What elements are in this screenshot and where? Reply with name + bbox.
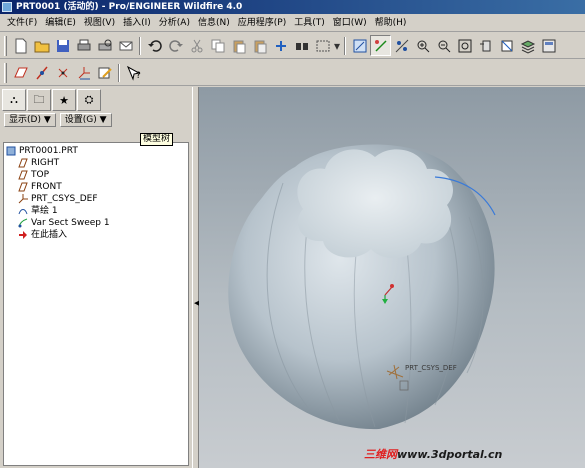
window-title: PRT0001 (活动的) - Pro/ENGINEER Wildfire 4.… [16, 2, 243, 12]
sketch-icon [18, 206, 28, 216]
navigator-panel: ⛬ 🗀 ★ ⛭ 显示(D) ▼ 设置(G) ▼ PRT0001.PRT RIGH… [0, 87, 192, 468]
favorites-tab-icon[interactable]: ★ [52, 89, 76, 111]
graphics-window[interactable]: PRT_CSYS_DEF 三维网www.3dportal.cn [199, 87, 585, 468]
toolbar-separator [118, 63, 120, 82]
datum-csys-tool-icon[interactable] [73, 62, 94, 83]
tree-item-insert-here[interactable]: 在此插入 [18, 229, 67, 241]
menu-window[interactable]: 窗口(W) [329, 15, 371, 31]
tree-item-csys[interactable]: PRT_CSYS_DEF [18, 193, 98, 205]
tree-item-label: TOP [31, 170, 50, 180]
menu-tools[interactable]: 工具(T) [290, 15, 329, 31]
proe-app-icon [2, 2, 12, 12]
view-manager-icon[interactable] [538, 35, 559, 56]
send-mail-icon[interactable] [115, 35, 136, 56]
part-icon [6, 146, 16, 156]
insert-arrow-icon [18, 230, 28, 240]
print-preview-icon[interactable] [94, 35, 115, 56]
save-icon[interactable] [52, 35, 73, 56]
tree-item-sketch[interactable]: 草绘 1 [18, 205, 58, 217]
zoom-out-icon[interactable] [433, 35, 454, 56]
toolbar-grip[interactable] [4, 35, 7, 56]
watermark-brand: 三维网 [364, 448, 397, 461]
datum-point-display-icon[interactable] [391, 35, 412, 56]
datum-plane-tool-icon[interactable] [10, 62, 31, 83]
datum-axis-display-icon[interactable] [370, 35, 391, 56]
csys-tag-label: PRT_CSYS_DEF [405, 364, 457, 372]
tree-item-label: Var Sect Sweep 1 [31, 218, 110, 228]
menu-insert[interactable]: 插入(I) [119, 15, 155, 31]
toolbar-grip[interactable] [4, 62, 7, 83]
settings-dropdown[interactable]: 设置(G) ▼ [59, 113, 112, 127]
connections-tab-icon[interactable]: ⛭ [77, 89, 101, 111]
svg-text:?: ? [136, 71, 141, 81]
tree-item-front[interactable]: FRONT [18, 181, 62, 193]
watermark: 三维网www.3dportal.cn [364, 446, 502, 462]
tree-item-sweep[interactable]: Var Sect Sweep 1 [18, 217, 110, 229]
refit-icon[interactable] [454, 35, 475, 56]
sweep-icon [18, 218, 28, 228]
menu-analysis[interactable]: 分析(A) [155, 15, 194, 31]
sketch-tool-icon[interactable] [94, 62, 115, 83]
redo-icon[interactable] [165, 35, 186, 56]
model-tree-tooltip: 模型树 [140, 133, 174, 146]
tree-item-label: RIGHT [31, 158, 60, 168]
tree-item-label: 在此插入 [31, 230, 68, 240]
toolbar-separator [139, 36, 141, 55]
menu-info[interactable]: 信息(N) [194, 15, 234, 31]
title-bar: PRT0001 (活动的) - Pro/ENGINEER Wildfire 4.… [0, 0, 585, 14]
open-folder-icon[interactable] [31, 35, 52, 56]
selection-dropdown-icon[interactable]: ▾ [333, 35, 341, 56]
datum-point-tool-icon[interactable] [52, 62, 73, 83]
model-tree-tab-icon[interactable]: ⛬ [2, 89, 26, 111]
zoom-in-icon[interactable] [412, 35, 433, 56]
watermark-url: www.3dportal.cn [397, 448, 503, 461]
datum-plane-icon [18, 170, 28, 180]
regenerate-icon[interactable] [270, 35, 291, 56]
selection-box-icon[interactable] [312, 35, 333, 56]
datum-axis-tool-icon[interactable] [31, 62, 52, 83]
tree-item-label: PRT_CSYS_DEF [31, 194, 98, 204]
reorient-icon[interactable] [475, 35, 496, 56]
tree-item-root[interactable]: PRT0001.PRT [6, 145, 78, 157]
layers-icon[interactable] [517, 35, 538, 56]
paste-special-icon[interactable] [249, 35, 270, 56]
context-help-icon[interactable]: ? [123, 62, 144, 83]
menu-file[interactable]: 文件(F) [3, 15, 41, 31]
panel-splitter[interactable]: ◀ [192, 87, 199, 468]
datum-toolbar: ? [0, 60, 585, 86]
datum-plane-display-icon[interactable] [349, 35, 370, 56]
menu-help[interactable]: 帮助(H) [371, 15, 411, 31]
navigator-tabs: ⛬ 🗀 ★ ⛭ [2, 89, 102, 111]
print-icon[interactable] [73, 35, 94, 56]
model-tree: PRT0001.PRT RIGHT TOP FRONT PRT_CSYS_DEF… [3, 142, 189, 466]
datum-plane-icon [18, 158, 28, 168]
tree-item-top[interactable]: TOP [18, 169, 49, 181]
new-file-icon[interactable] [10, 35, 31, 56]
tree-item-right[interactable]: RIGHT [18, 157, 59, 169]
tree-item-label: PRT0001.PRT [19, 146, 78, 156]
copy-icon[interactable] [207, 35, 228, 56]
main-toolbar: ▾ [0, 33, 585, 59]
paste-icon[interactable] [228, 35, 249, 56]
cut-icon[interactable] [186, 35, 207, 56]
saved-views-icon[interactable] [496, 35, 517, 56]
toolbar-separator [344, 36, 346, 55]
model-render [228, 144, 496, 430]
show-dropdown[interactable]: 显示(D) ▼ [4, 113, 56, 127]
csys-x-tip [390, 284, 394, 288]
tree-item-label: FRONT [31, 182, 62, 192]
menu-edit[interactable]: 编辑(E) [41, 15, 80, 31]
model-tree-header: 显示(D) ▼ 设置(G) ▼ [4, 113, 188, 127]
undo-icon[interactable] [144, 35, 165, 56]
folder-browser-tab-icon[interactable]: 🗀 [27, 89, 51, 111]
menu-view[interactable]: 视图(V) [80, 15, 119, 31]
datum-plane-icon [18, 182, 28, 192]
csys-icon [18, 194, 28, 204]
find-icon[interactable] [291, 35, 312, 56]
tree-item-label: 草绘 1 [31, 206, 58, 216]
menu-applications[interactable]: 应用程序(P) [234, 15, 290, 31]
menu-bar: 文件(F) 编辑(E) 视图(V) 插入(I) 分析(A) 信息(N) 应用程序… [0, 14, 585, 32]
